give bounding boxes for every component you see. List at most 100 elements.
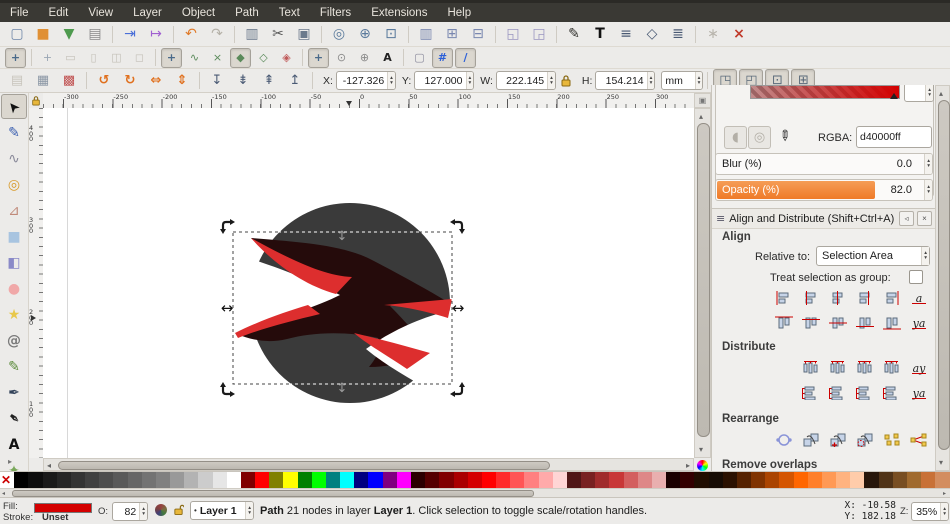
text-dialog-icon[interactable]: T — [588, 23, 612, 46]
palette-swatch[interactable] — [56, 472, 71, 489]
rgba-input[interactable]: d40000ff — [856, 126, 932, 148]
palette-swatch[interactable] — [864, 472, 879, 489]
snap-others-icon[interactable]: + — [308, 47, 329, 68]
vertical-scrollbar[interactable]: ▴ ▾ — [694, 108, 711, 458]
selector-tool[interactable]: ➤ — [1, 94, 27, 119]
align-panel-header[interactable]: ≡ Align and Distribute (Shift+Ctrl+A) ◃ … — [712, 208, 936, 229]
palette-swatch[interactable] — [481, 472, 497, 489]
menu-filters[interactable]: Filters — [310, 7, 361, 19]
group-icon[interactable]: ◲ — [527, 23, 551, 46]
palette-swatch[interactable] — [736, 472, 752, 489]
align-top-to-bottom-edge-icon[interactable] — [880, 313, 904, 333]
distribute-top-edges-icon[interactable] — [799, 383, 823, 403]
snap-intersection-icon[interactable]: × — [207, 48, 228, 68]
treat-as-group-checkbox[interactable] — [909, 270, 923, 284]
palette-swatch[interactable] — [892, 472, 907, 489]
w-spinner[interactable]: ▴ ▾ — [547, 72, 555, 89]
dock-scrollbar[interactable]: ▴ ▾ — [935, 85, 950, 471]
cut-icon[interactable]: ✂ — [266, 23, 290, 46]
measure-tool[interactable]: ⊿ — [1, 198, 27, 223]
palette-swatch[interactable] — [623, 472, 638, 489]
palette-swatch[interactable] — [935, 472, 950, 489]
new-document-icon[interactable]: ▢ — [5, 23, 29, 46]
x-input[interactable]: -127.326 ▴ ▾ — [335, 71, 396, 90]
unit-select[interactable]: mm ▴ ▾ — [661, 71, 704, 90]
current-layer-select[interactable]: • Layer 1 ▴ ▾ — [190, 501, 254, 520]
open-document-icon[interactable]: ■ — [31, 23, 55, 46]
unlink-clone-icon[interactable]: ⊟ — [466, 23, 490, 46]
palette-swatch[interactable] — [396, 472, 411, 489]
palette-swatch[interactable] — [467, 472, 482, 489]
distribute-centers-horizontal-icon[interactable] — [826, 358, 850, 378]
rotate-ccw-icon[interactable]: ↺ — [92, 69, 116, 92]
pencil-tool[interactable]: ✎ — [1, 354, 27, 379]
unit-spinner[interactable]: ▴ ▾ — [694, 72, 703, 89]
palette-swatch[interactable] — [765, 472, 780, 489]
opacity-slider[interactable]: Opacity (%) 82.0 ▴ ▾ — [715, 179, 933, 201]
ruler-corner-lock-icon[interactable] — [28, 93, 44, 109]
node-editor-tool[interactable]: ✎ — [1, 120, 27, 145]
lower-to-bottom-icon[interactable]: ↧ — [205, 69, 229, 92]
palette-swatch[interactable] — [821, 472, 837, 489]
snap-midpoint-icon[interactable]: ◈ — [276, 48, 297, 68]
toolbox-overflow-icon[interactable]: ▸ — [8, 457, 12, 466]
palette-swatch[interactable] — [538, 472, 553, 489]
skew-handle-bottom[interactable]: ↕ — [337, 381, 348, 396]
menu-text[interactable]: Text — [269, 7, 310, 19]
rotate-cw-icon[interactable]: ↻ — [118, 69, 142, 92]
align-text-anchor-horizontal-icon[interactable]: a — [907, 288, 931, 308]
select-original-icon[interactable]: ◱ — [501, 23, 525, 46]
distribute-right-edges-icon[interactable] — [853, 358, 877, 378]
calligraphy-tool[interactable]: ✒ — [1, 406, 27, 431]
alpha-input[interactable]: ▴ ▾ — [904, 85, 934, 102]
menu-help[interactable]: Help — [437, 7, 481, 19]
snap-bbox-center-icon[interactable]: ◻ — [129, 48, 150, 68]
canvas[interactable]: ↔ ↔ ↕ ↕ — [43, 108, 694, 458]
spiral-tool[interactable]: @ — [1, 328, 27, 353]
layer-visibility-icon[interactable] — [155, 504, 167, 516]
snap-cusp-node-icon[interactable]: ◆ — [230, 47, 251, 68]
snap-bbox-edge-icon[interactable]: ▭ — [60, 48, 81, 68]
palette-swatch[interactable] — [325, 472, 341, 489]
palette-swatch[interactable] — [85, 472, 100, 489]
palette-swatch[interactable] — [836, 472, 851, 489]
menu-view[interactable]: View — [78, 7, 123, 19]
x-spinner[interactable]: ▴ ▾ — [387, 72, 395, 89]
align-right-edges-icon[interactable] — [853, 288, 877, 308]
align-dialog-icon[interactable]: ≣ — [666, 23, 690, 46]
ellipse-tool[interactable]: ● — [1, 276, 27, 301]
panel-dock-button[interactable]: ◃ — [899, 211, 914, 226]
snap-enable-icon[interactable]: + — [5, 47, 26, 68]
snap-bbox-icon[interactable]: + — [37, 48, 58, 68]
palette-swatch[interactable] — [581, 472, 596, 489]
rectangle-tool[interactable]: ■ — [1, 224, 27, 249]
flat-color-button[interactable]: ◖ — [724, 126, 747, 149]
copy-icon[interactable]: ▥ — [240, 23, 264, 46]
eyedropper-icon[interactable]: ✐ — [774, 124, 794, 144]
palette-swatch[interactable] — [751, 472, 766, 489]
import-icon[interactable]: ⇥ — [118, 23, 142, 46]
zoom-page-icon[interactable]: ⊡ — [379, 23, 403, 46]
palette-swatch[interactable] — [368, 472, 383, 489]
raise-to-top-icon[interactable]: ↥ — [283, 69, 307, 92]
menu-extensions[interactable]: Extensions — [361, 7, 437, 19]
star-tool[interactable]: ★ — [1, 302, 27, 327]
object-opacity-spinner[interactable]: ▴ ▾ — [139, 503, 147, 520]
align-center-horizontal-axis-icon[interactable] — [826, 313, 850, 333]
snap-bbox-edge-mid-icon[interactable]: ◫ — [106, 48, 127, 68]
palette-swatch[interactable] — [496, 472, 511, 489]
palette-swatch-none[interactable] — [0, 472, 15, 489]
relative-to-select[interactable]: Selection Area ▴ ▾ — [816, 246, 930, 266]
align-bottom-edges-icon[interactable] — [853, 313, 877, 333]
distribute-text-anchors-horizontal-icon[interactable]: ay — [907, 358, 931, 378]
palette-swatch[interactable] — [651, 472, 667, 489]
distribute-horizontal-gaps-icon[interactable] — [880, 358, 904, 378]
palette-swatch[interactable] — [793, 472, 808, 489]
exchange-clockwise-icon[interactable] — [853, 430, 877, 450]
opacity-spinner[interactable]: ▴ ▾ — [924, 180, 932, 200]
horizontal-ruler[interactable]: -300 -250 -200 -150 -100 -50 0 50 100 150 200 250 30… — [43, 93, 694, 109]
exchange-positions-icon[interactable] — [799, 430, 823, 450]
menu-path[interactable]: Path — [225, 7, 269, 19]
exchange-zorder-icon[interactable] — [826, 430, 850, 450]
palette-swatch[interactable] — [283, 472, 298, 489]
